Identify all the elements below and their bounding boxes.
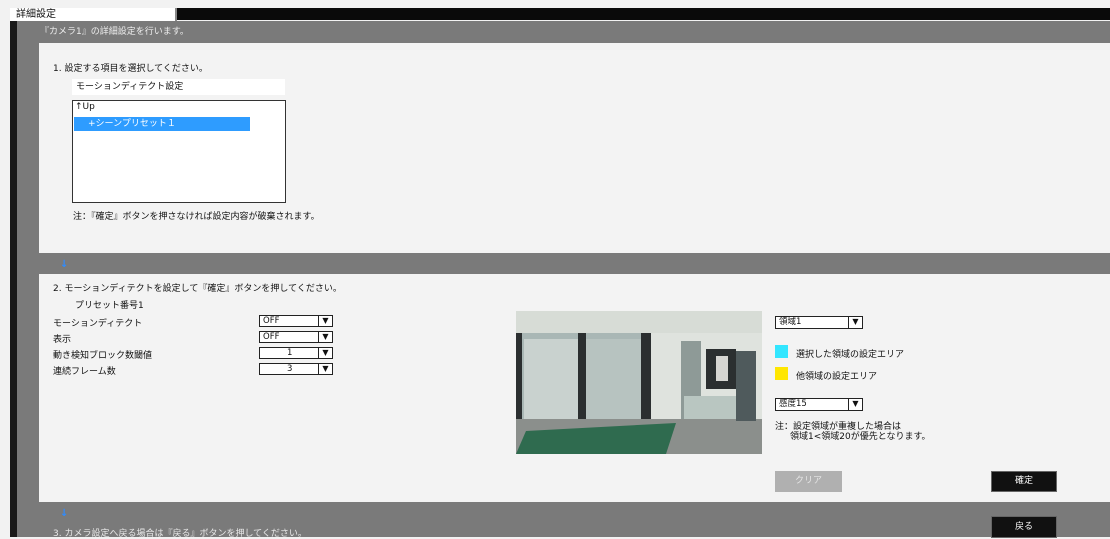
sensitivity-select[interactable]: 感度15 ▼: [775, 398, 863, 411]
down-arrow-icon: ↓: [60, 259, 69, 270]
area-select[interactable]: 領域1 ▼: [775, 316, 863, 329]
block-threshold-select[interactable]: 1 ▼: [259, 347, 333, 359]
down-arrow-icon: ↓: [60, 508, 69, 519]
overlap-note-line2: 領域1<領域20が優先となります。: [790, 432, 931, 442]
display-select[interactable]: OFF ▼: [259, 331, 333, 343]
chevron-down-icon: ▼: [318, 316, 332, 326]
item-listbox[interactable]: ↑Up +シーンプリセット１: [72, 100, 286, 203]
selected-item-label: モーションディテクト設定: [72, 79, 285, 95]
chevron-down-icon: ▼: [848, 317, 862, 328]
display-label: 表示: [53, 335, 72, 345]
other-area-legend: 他領域の設定エリア: [796, 372, 878, 382]
section2-heading: 2. モーションディテクトを設定して『確定』ボタンを押してください。: [53, 284, 342, 294]
list-item-scene-preset[interactable]: +シーンプリセット１: [74, 117, 250, 131]
other-area-swatch: [775, 367, 788, 380]
motion-detect-label: モーションディテクト: [53, 319, 143, 329]
frame-count-select[interactable]: 3 ▼: [259, 363, 333, 375]
preset-number-label: プリセット番号1: [75, 301, 144, 311]
chevron-down-icon: ▼: [318, 364, 332, 374]
section3-heading: 3. カメラ設定へ戻る場合は『戻る』ボタンを押してください。: [53, 529, 307, 539]
frame-count-label: 連続フレーム数: [53, 367, 116, 377]
list-up-item[interactable]: ↑Up: [75, 102, 95, 112]
chevron-down-icon: ▼: [318, 332, 332, 342]
back-button[interactable]: 戻る: [992, 517, 1056, 537]
section1-heading: 1. 設定する項目を選択してください。: [53, 64, 208, 74]
clear-button[interactable]: クリア: [775, 471, 842, 492]
camera-preview-image: [516, 311, 762, 454]
block-threshold-label: 動き検知ブロック数閾値: [53, 351, 153, 361]
window-title: 詳細設定: [10, 8, 177, 21]
page-subtitle: 『カメラ1』の詳細設定を行います。: [40, 27, 189, 37]
chevron-down-icon: ▼: [318, 348, 332, 358]
motion-detect-select[interactable]: OFF ▼: [259, 315, 333, 327]
section1-note: 注：『確定』ボタンを押さなければ設定内容が破棄されます。: [73, 212, 320, 222]
frame-border-left: [10, 21, 17, 537]
camera-preview[interactable]: [516, 311, 762, 454]
selected-area-legend: 選択した領域の設定エリア: [796, 350, 905, 360]
selected-area-swatch: [775, 345, 788, 358]
confirm-button[interactable]: 確定: [992, 472, 1056, 491]
chevron-down-icon: ▼: [848, 399, 862, 410]
